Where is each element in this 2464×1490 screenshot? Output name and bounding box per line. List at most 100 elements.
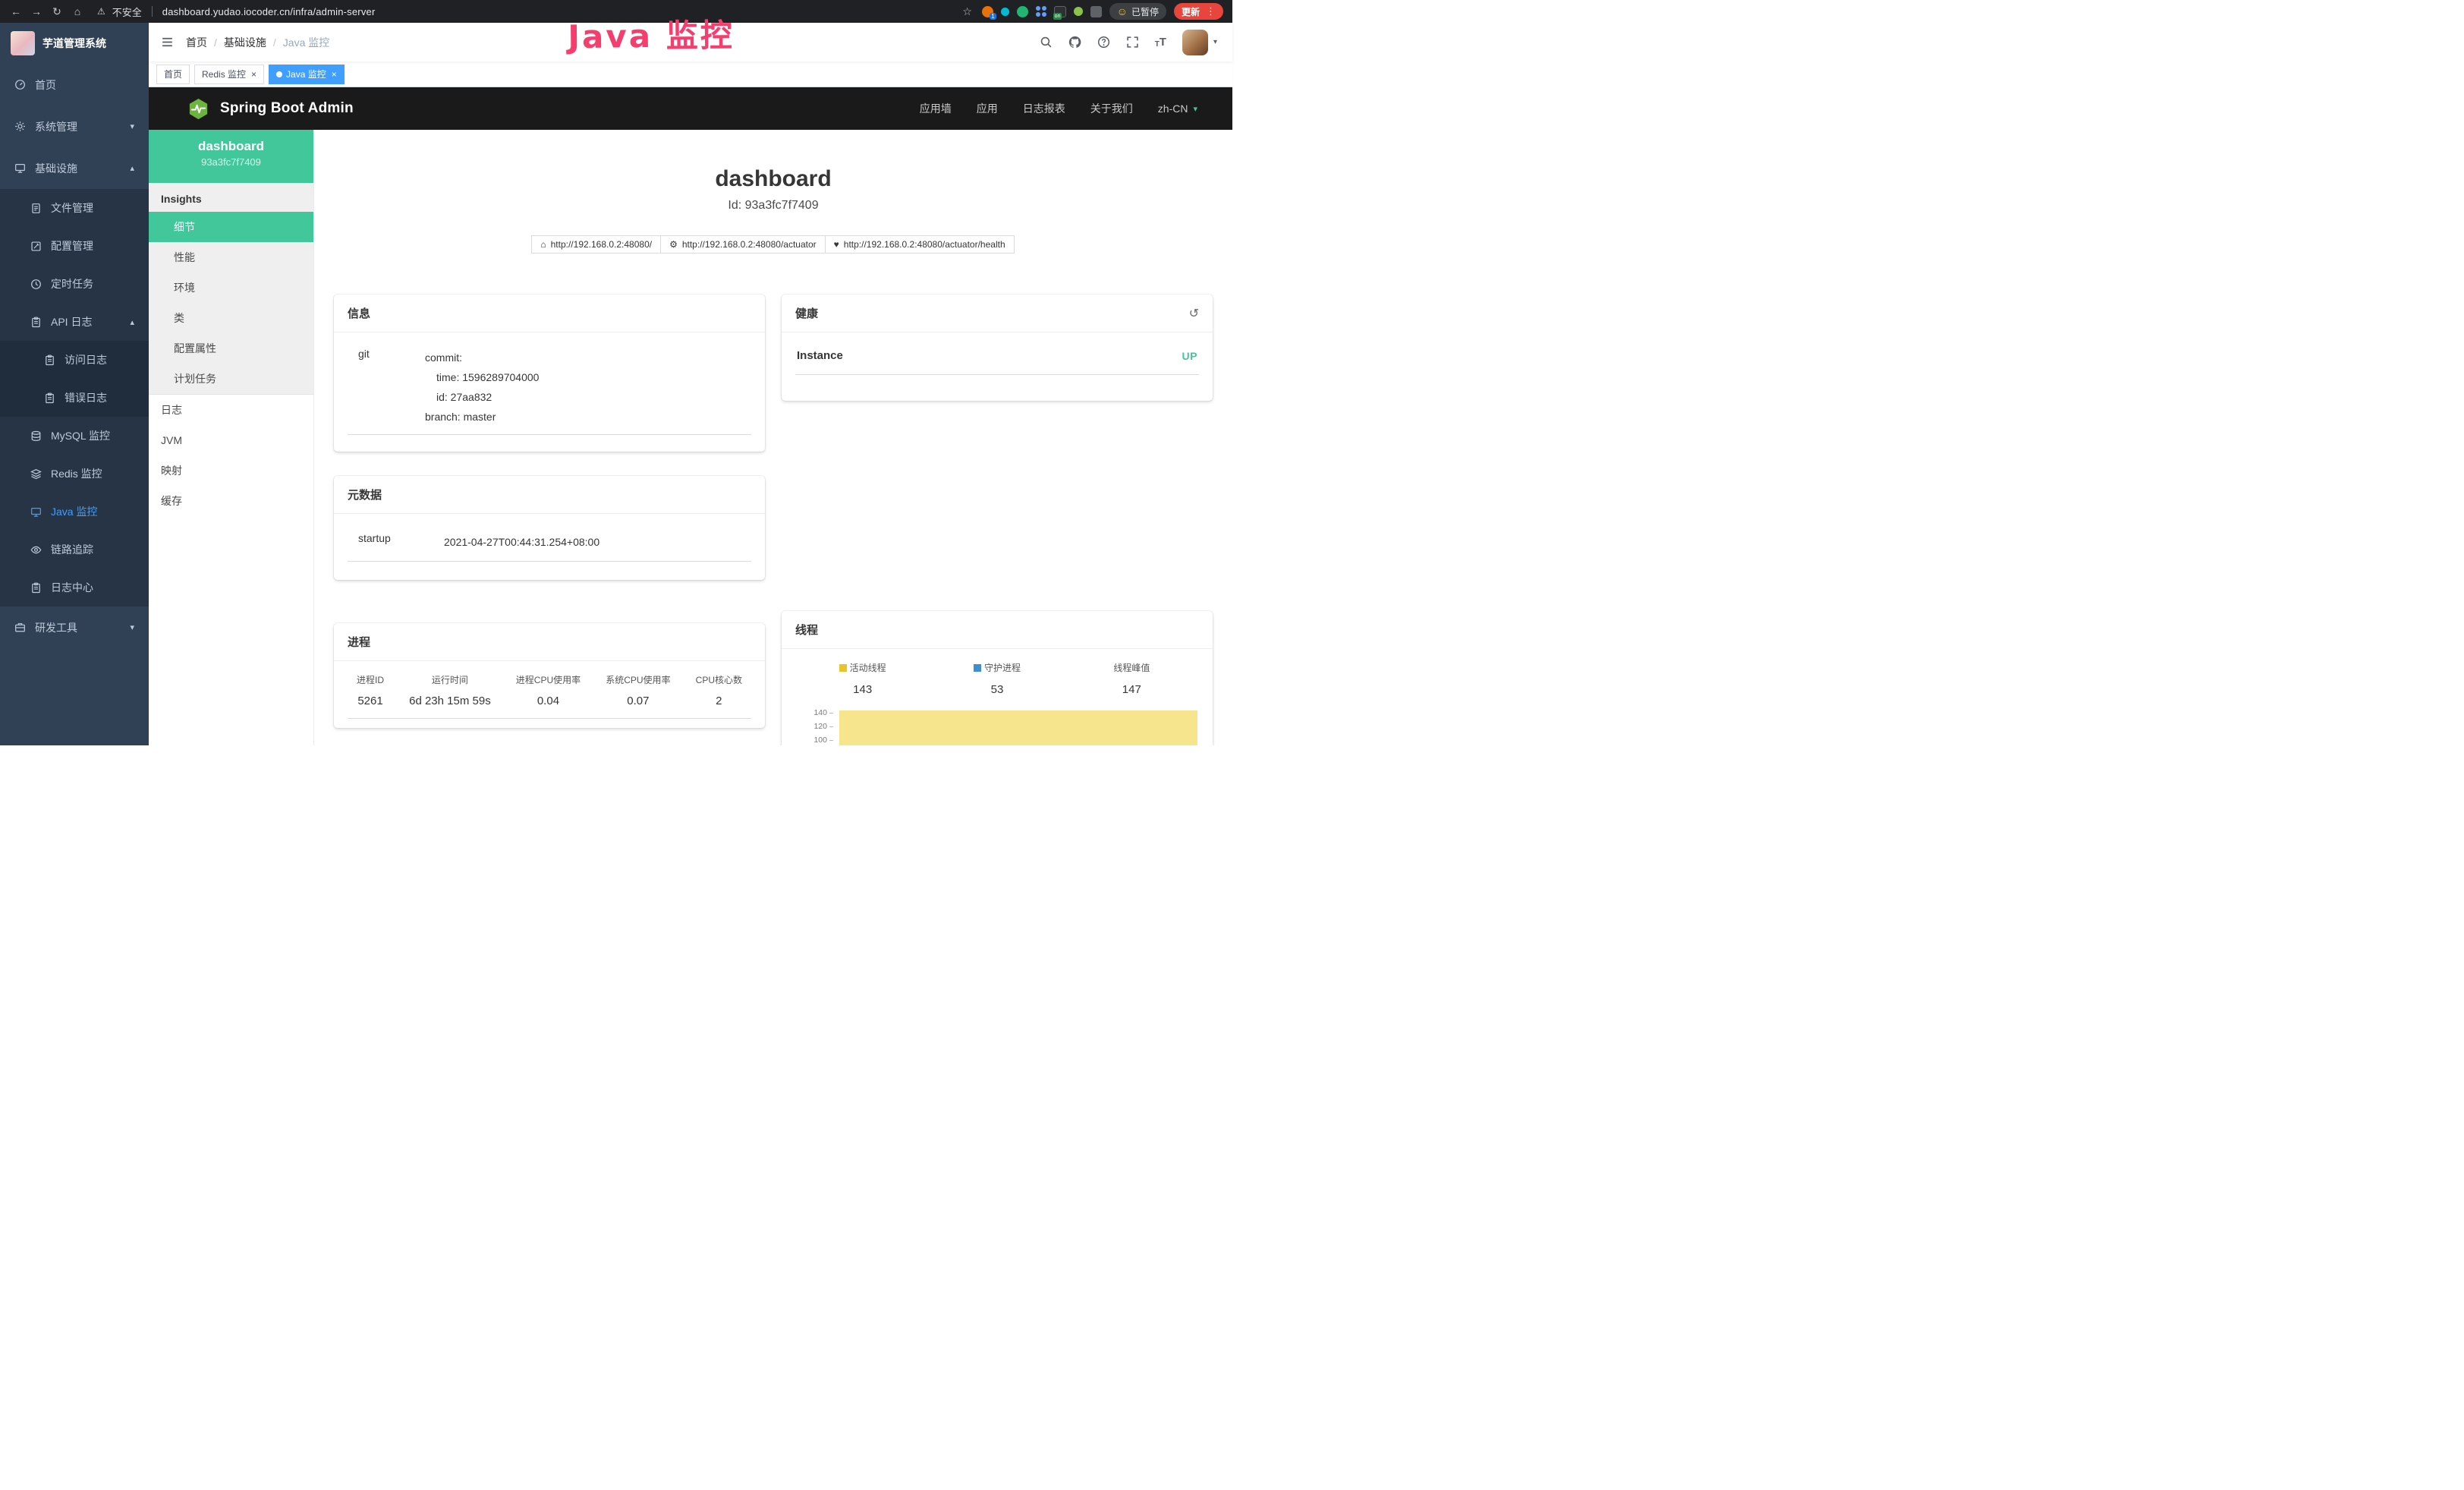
file-icon [30, 203, 42, 214]
stat-system-cpu: 系统CPU使用率 0.07 [606, 673, 670, 707]
tab-redis-monitor[interactable]: Redis 监控 × [194, 65, 264, 84]
sidebar-collapse-icon[interactable] [149, 36, 186, 49]
card-title: 线程 [782, 611, 1213, 649]
paused-chip[interactable]: ☺ 已暂停 [1109, 3, 1166, 20]
y-axis-tick: 120 [795, 722, 833, 731]
back-icon[interactable]: ← [9, 5, 23, 17]
sidebar-item-error-logs[interactable]: 错误日志 [0, 379, 149, 417]
sidebar-item-api-logs[interactable]: API 日志 ▴ [0, 303, 149, 341]
language-selector[interactable]: zh-CN ▾ [1158, 102, 1197, 115]
sba-item-details[interactable]: 细节 [149, 212, 313, 242]
clipboard-icon [30, 317, 42, 328]
sidebar-item-system[interactable]: 系统管理 ▾ [0, 106, 149, 147]
git-branch-line: branch: master [425, 407, 539, 427]
page-subtitle: Id: 93a3fc7f7409 [334, 199, 1213, 213]
sba-item-performance[interactable]: 性能 [149, 242, 313, 272]
dashboard-icon [14, 79, 26, 90]
y-axis-tick: 140 [795, 708, 833, 717]
menu-label: 链路追踪 [51, 542, 93, 557]
security-label[interactable]: 不安全 [112, 5, 142, 19]
sidebar-item-file-mgmt[interactable]: 文件管理 [0, 189, 149, 227]
sba-item-mappings[interactable]: 映射 [149, 455, 313, 486]
eye-icon [30, 544, 42, 556]
stat-value: 6d 23h 15m 59s [409, 695, 491, 707]
forward-icon[interactable]: → [30, 5, 43, 17]
sba-item-environment[interactable]: 环境 [149, 272, 313, 303]
tab-home[interactable]: 首页 [156, 65, 190, 84]
menu-label: 访问日志 [65, 352, 107, 367]
extension-icon-leaf[interactable] [1074, 7, 1083, 16]
card-title: 元数据 [334, 476, 765, 514]
sba-item-logs[interactable]: 日志 [149, 395, 313, 425]
sba-nav-wallboard[interactable]: 应用墙 [920, 101, 952, 116]
legend-label: 线程峰值 [1113, 661, 1150, 674]
reload-icon[interactable]: ↻ [50, 5, 64, 18]
update-button[interactable]: 更新 ⋮ [1174, 3, 1223, 20]
url-text[interactable]: dashboard.yudao.iocoder.cn/infra/admin-s… [162, 6, 376, 17]
help-icon[interactable] [1097, 36, 1110, 49]
sidebar-item-java-monitor[interactable]: Java 监控 [0, 493, 149, 531]
github-icon[interactable] [1068, 36, 1081, 49]
menu-label: MySQL 监控 [51, 428, 110, 443]
extension-icon-switch[interactable]: on [1054, 6, 1066, 17]
browser-home-icon[interactable]: ⌂ [71, 5, 84, 17]
sba-item-scheduled-tasks[interactable]: 计划任务 [149, 364, 313, 394]
sba-item-jvm[interactable]: JVM [149, 425, 313, 455]
close-icon[interactable]: × [332, 70, 337, 79]
sidebar-item-redis-monitor[interactable]: Redis 监控 [0, 455, 149, 493]
sba-item-classes[interactable]: 类 [149, 303, 313, 333]
user-menu[interactable]: ▾ [1182, 30, 1217, 55]
kebab-menu-icon[interactable]: ⋮ [1206, 5, 1216, 17]
sba-nav-journal[interactable]: 日志报表 [1023, 101, 1065, 116]
process-stats-row: 进程ID 5261 运行时间 6d 23h 15m 59s 进程CPU使用率 [348, 673, 751, 719]
link-url: http://192.168.0.2:48080/actuator/health [844, 239, 1005, 250]
smiley-icon: ☺ [1117, 5, 1128, 17]
app-logo [11, 31, 35, 55]
menu-label: Redis 监控 [51, 466, 102, 481]
sidebar-item-infra[interactable]: 基础设施 ▴ [0, 147, 149, 189]
sidebar-item-scheduled-jobs[interactable]: 定时任务 [0, 265, 149, 303]
menu-label: 研发工具 [35, 620, 77, 635]
close-icon[interactable]: × [251, 70, 256, 79]
sba-nav-applications[interactable]: 应用 [977, 101, 998, 116]
extension-icon-fox[interactable]: 1 [982, 6, 993, 17]
warning-icon: ⚠ [97, 6, 105, 17]
breadcrumb-infra[interactable]: 基础设施 [224, 35, 266, 50]
toolbox-icon [14, 622, 26, 633]
sidebar-item-home[interactable]: 首页 [0, 64, 149, 106]
sidebar-item-log-center[interactable]: 日志中心 [0, 569, 149, 606]
sba-nav-about[interactable]: 关于我们 [1090, 101, 1133, 116]
sidebar-item-mysql-monitor[interactable]: MySQL 监控 [0, 417, 149, 455]
instance-actuator-link[interactable]: ⚙ http://192.168.0.2:48080/actuator [660, 235, 826, 254]
sidebar-item-config-mgmt[interactable]: 配置管理 [0, 227, 149, 265]
threads-card: 线程 活动线程 143 守护进程 53 [782, 611, 1213, 745]
health-instance-row[interactable]: Instance UP [795, 349, 1199, 375]
breadcrumb-home[interactable]: 首页 [186, 35, 207, 50]
tab-java-monitor[interactable]: Java 监控 × [269, 65, 345, 84]
sba-navbar: Spring Boot Admin 应用墙 应用 日志报表 关于我们 zh-CN… [149, 87, 1232, 130]
extension-icon-grid[interactable] [1036, 6, 1046, 17]
sidebar-item-access-logs[interactable]: 访问日志 [0, 341, 149, 379]
bookmark-star-icon[interactable]: ☆ [961, 5, 974, 18]
active-threads-area [839, 710, 1197, 745]
extension-icon-puzzle[interactable] [1090, 6, 1102, 17]
sidebar-item-dev-tools[interactable]: 研发工具 ▾ [0, 606, 149, 648]
instance-service-link[interactable]: ⌂ http://192.168.0.2:48080/ [531, 235, 661, 254]
stat-label: 系统CPU使用率 [606, 673, 670, 686]
sba-item-config-props[interactable]: 配置属性 [149, 333, 313, 364]
legend-value: 53 [930, 683, 1064, 696]
kv-label: git [349, 348, 425, 427]
sidebar-item-tracing[interactable]: 链路追踪 [0, 531, 149, 569]
sba-brand-title[interactable]: Spring Boot Admin [220, 100, 354, 117]
avatar[interactable] [1182, 30, 1208, 55]
instance-header[interactable]: dashboard 93a3fc7f7409 [149, 130, 313, 183]
instance-health-link[interactable]: ♥ http://192.168.0.2:48080/actuator/heal… [825, 235, 1015, 254]
extension-icon-green[interactable] [1017, 6, 1028, 17]
sba-item-caches[interactable]: 缓存 [149, 486, 313, 516]
history-icon[interactable]: ↺ [1189, 306, 1199, 321]
clock-icon [30, 279, 42, 290]
font-size-icon[interactable]: TT [1155, 36, 1166, 49]
extension-icon-drop[interactable] [1001, 8, 1009, 16]
fullscreen-icon[interactable] [1126, 36, 1139, 49]
search-icon[interactable] [1040, 36, 1053, 49]
